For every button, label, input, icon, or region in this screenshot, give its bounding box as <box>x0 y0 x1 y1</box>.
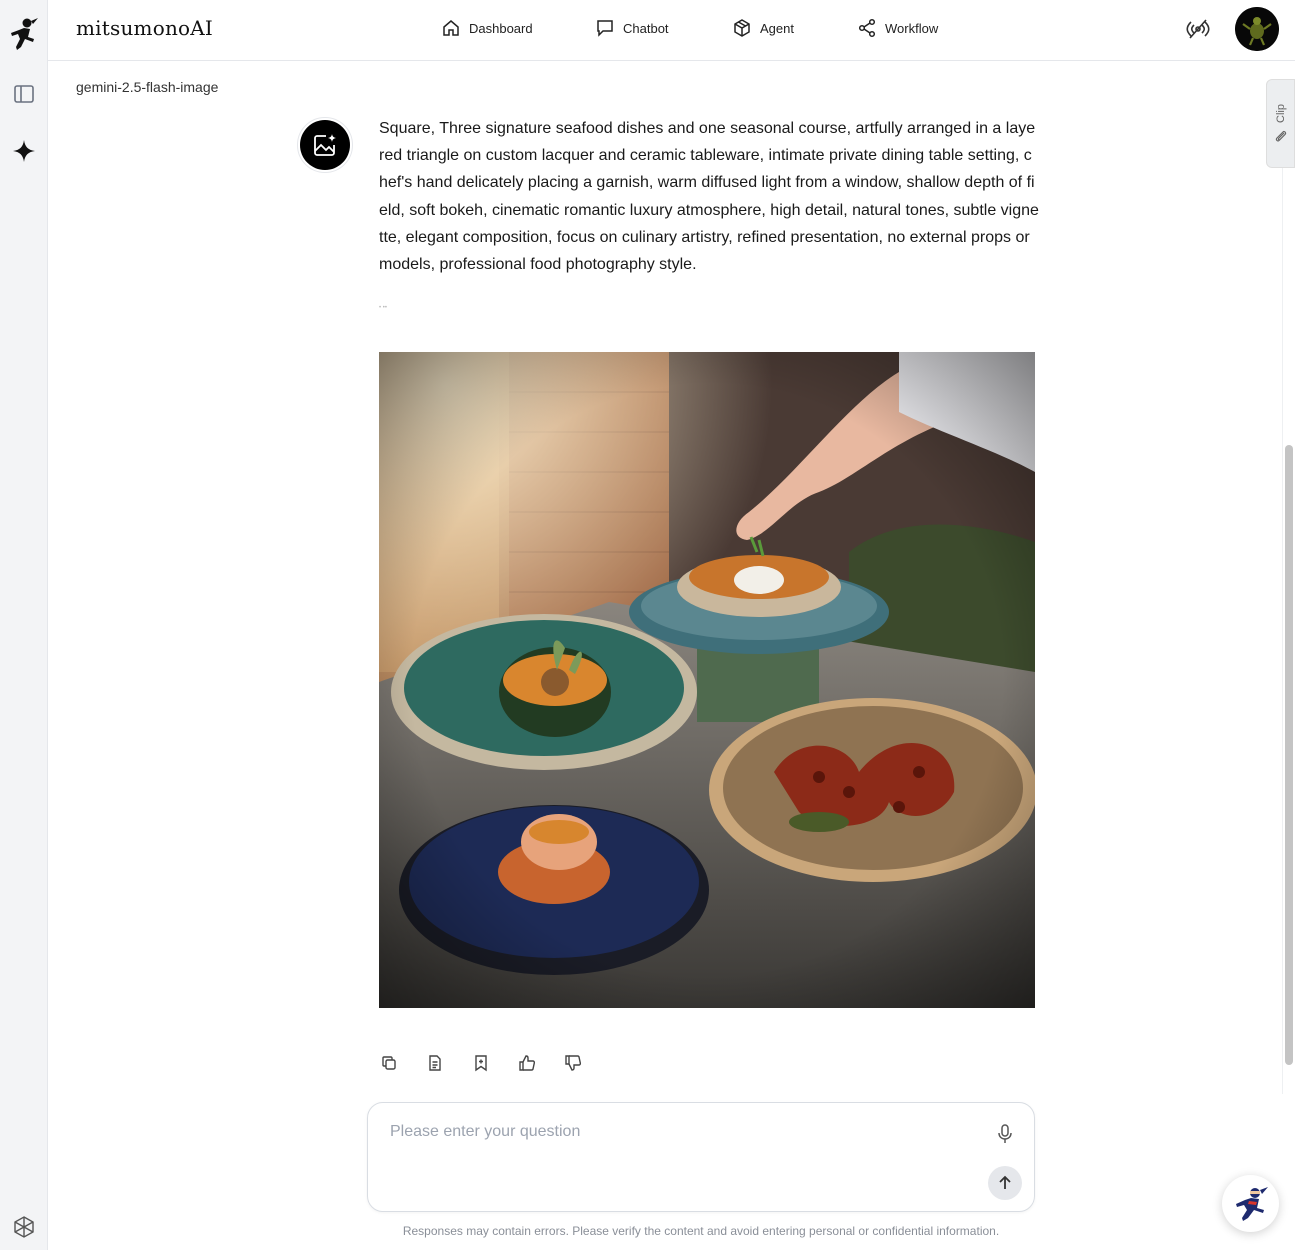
image-sparkle-icon <box>314 134 336 156</box>
nav-agent[interactable]: Agent <box>732 18 794 38</box>
nav-chatbot-label: Chatbot <box>623 20 669 36</box>
ninja-logo-icon[interactable] <box>0 14 48 54</box>
loading-dots: • •• <box>379 305 387 311</box>
nav-chatbot[interactable]: Chatbot <box>595 18 669 38</box>
box-icon <box>734 19 750 37</box>
image-bot-avatar <box>297 117 353 173</box>
share-nodes-icon <box>858 18 876 38</box>
nav-agent-label: Agent <box>760 20 794 36</box>
microphone-icon[interactable] <box>993 1122 1017 1146</box>
paperclip-icon <box>1275 130 1286 142</box>
nav-workflow-label: Workflow <box>885 20 939 36</box>
disclaimer-text: Responses may contain errors. Please ver… <box>402 1224 1000 1238</box>
message-actions <box>379 1053 583 1073</box>
model-name: gemini-2.5-flash-image <box>76 79 219 95</box>
assistant-mascot-button[interactable] <box>1222 1175 1279 1232</box>
top-bar: mitsumonoAI Dashboard Chatbot Agent Work… <box>48 0 1295 61</box>
panel-toggle-icon[interactable] <box>0 74 48 114</box>
nav-dashboard[interactable]: Dashboard <box>441 18 533 38</box>
nav-dashboard-label: Dashboard <box>469 20 533 36</box>
left-sidebar <box>0 0 48 1250</box>
chat-input-box <box>367 1102 1035 1212</box>
broadcast-signal-icon[interactable] <box>1186 17 1210 41</box>
generated-image[interactable] <box>379 352 1035 1008</box>
arrow-up-icon <box>999 1175 1011 1189</box>
user-avatar[interactable] <box>1235 7 1279 51</box>
copy-icon[interactable] <box>379 1053 399 1073</box>
thumbs-up-icon[interactable] <box>517 1053 537 1073</box>
nav-workflow[interactable]: Workflow <box>857 18 938 38</box>
ninja-mascot-icon <box>1235 1186 1268 1221</box>
send-button[interactable] <box>988 1166 1022 1200</box>
clip-label: Clip <box>1274 104 1287 123</box>
clip-tab[interactable]: Clip <box>1266 79 1295 168</box>
home-icon <box>443 20 459 36</box>
cube-network-icon[interactable] <box>0 1207 48 1247</box>
brand-name[interactable]: mitsumonoAI <box>76 16 213 40</box>
question-input[interactable] <box>390 1123 970 1141</box>
sparkle-icon[interactable] <box>0 131 48 171</box>
thumbs-down-icon[interactable] <box>563 1053 583 1073</box>
chat-bubble-icon <box>597 20 613 37</box>
bookmark-icon[interactable] <box>471 1053 491 1073</box>
prompt-text: Square, Three signature seafood dishes a… <box>379 120 1039 274</box>
document-icon[interactable] <box>425 1053 445 1073</box>
scrollbar-thumb[interactable] <box>1285 445 1293 1065</box>
